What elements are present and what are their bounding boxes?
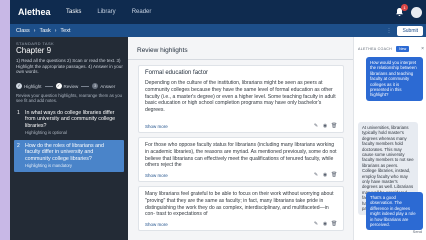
section-title: Review highlights [137, 47, 188, 54]
delete-icon[interactable]: 🗑 [331, 221, 337, 227]
step-number: 3 [92, 83, 99, 89]
task-instructions: 1) Read all the questions 2) Scan or rea… [16, 58, 123, 74]
edit-icon[interactable]: ✎ [313, 123, 319, 129]
submit-button[interactable]: Submit [397, 25, 423, 36]
question-item[interactable]: 1 In what ways do college libraries diff… [14, 107, 124, 139]
chevron-right-icon: › [33, 27, 36, 34]
step-label: Review [63, 83, 79, 89]
chat-message-user: How would you interpret the relationship… [366, 57, 423, 101]
step-label: Answer [100, 83, 116, 89]
question-number: 2 [17, 143, 20, 149]
highlight-text: Many librarians feel grateful to be able… [145, 191, 334, 218]
review-panel: Review highlights Formal education facto… [128, 37, 353, 240]
tab-reader[interactable]: Reader [132, 9, 152, 15]
delete-icon[interactable]: 🗑 [331, 172, 337, 178]
send-button[interactable]: Send [413, 229, 422, 234]
view-icon[interactable]: ◉ [322, 123, 328, 129]
show-more-link[interactable]: Show more [145, 222, 168, 227]
card-footer: Show more ✎ ◉ 🗑 [145, 221, 337, 227]
step-hint: Review your question highlights, rearran… [16, 93, 123, 104]
app-logo[interactable]: Alethea [18, 7, 66, 17]
breadcrumb-text[interactable]: Text [60, 28, 70, 34]
card-actions: ✎ ◉ 🗑 [310, 221, 337, 227]
top-nav-bar: Alethea Tasks Library Reader 1 [10, 0, 426, 24]
question-item-active[interactable]: 2 How do the roles of librarians and fac… [14, 140, 124, 173]
breadcrumb-task[interactable]: Task [39, 28, 50, 34]
task-panel: STANDARD TASK Chapter 9 1) Read all the … [10, 37, 128, 240]
card-actions: ✎ ◉ 🗑 [310, 123, 337, 129]
highlight-card[interactable]: For those who oppose faculty status for … [138, 137, 344, 182]
view-icon[interactable]: ◉ [322, 172, 328, 178]
highlight-title: Formal education factor [145, 70, 209, 76]
edit-icon[interactable]: ✎ [313, 172, 319, 178]
tab-tasks[interactable]: Tasks [66, 9, 81, 15]
step-indicator: ✓ Highlight ✓ Review 3 Answer [16, 83, 115, 89]
highlight-text: Depending on the culture of the institut… [145, 80, 336, 114]
step-label: Highlight [24, 83, 42, 89]
question-text: How do the roles of librarians and facul… [25, 143, 104, 162]
show-more-link[interactable]: Show more [145, 173, 168, 178]
left-edge [0, 0, 10, 240]
delete-icon[interactable]: 🗑 [331, 123, 337, 129]
question-status: Highlighting is optional [25, 129, 67, 135]
tab-library[interactable]: Library [97, 9, 115, 15]
check-icon: ✓ [55, 83, 62, 89]
divider [128, 59, 353, 60]
avatar[interactable] [411, 6, 422, 18]
view-icon[interactable]: ◉ [322, 221, 328, 227]
breadcrumb-class[interactable]: Class [16, 28, 30, 34]
step-review[interactable]: ✓ Review [55, 83, 79, 89]
edit-icon[interactable]: ✎ [313, 221, 319, 227]
show-more-link[interactable]: Show more [145, 124, 168, 129]
highlight-text: For those who oppose faculty status for … [145, 142, 337, 169]
highlight-card[interactable]: Formal education factor Depending on the… [138, 65, 344, 133]
check-icon: ✓ [16, 83, 22, 89]
card-actions: ✎ ◉ 🗑 [310, 172, 337, 178]
bell-icon[interactable]: 1 [395, 4, 408, 17]
question-text: In what ways do college libraries differ… [25, 110, 116, 129]
assistant-label: ALETHEA COACH [358, 47, 393, 51]
card-footer: Show more ✎ ◉ 🗑 [145, 123, 337, 129]
step-highlight[interactable]: ✓ Highlight [16, 83, 42, 89]
highlight-card[interactable]: Many librarians feel grateful to be able… [138, 186, 344, 231]
breadcrumb: Class › Task › Text ⋮ Submit [10, 24, 426, 37]
assistant-header: ALETHEA COACH New × [358, 46, 424, 52]
question-number: 1 [17, 110, 20, 116]
close-icon[interactable]: × [421, 46, 424, 52]
step-answer[interactable]: 3 Answer [92, 83, 115, 89]
step-divider [44, 85, 53, 87]
chevron-right-icon: › [54, 27, 57, 34]
question-status: Highlighting is mandatory [25, 162, 73, 168]
top-right-controls: 1 [395, 4, 422, 18]
chat-message-user: That's a good observation. The differenc… [366, 192, 423, 231]
app-window: Alethea Tasks Library Reader 1 Class › T… [10, 0, 426, 240]
step-divider [81, 85, 90, 87]
page-title: Chapter 9 [16, 46, 52, 55]
notification-badge: 1 [401, 4, 408, 11]
card-footer: Show more ✎ ◉ 🗑 [145, 172, 337, 178]
new-chat-button[interactable]: New [396, 46, 410, 52]
more-options-icon[interactable]: ⋮ [386, 28, 391, 34]
assistant-panel: ALETHEA COACH New × How would you interp… [353, 37, 426, 240]
